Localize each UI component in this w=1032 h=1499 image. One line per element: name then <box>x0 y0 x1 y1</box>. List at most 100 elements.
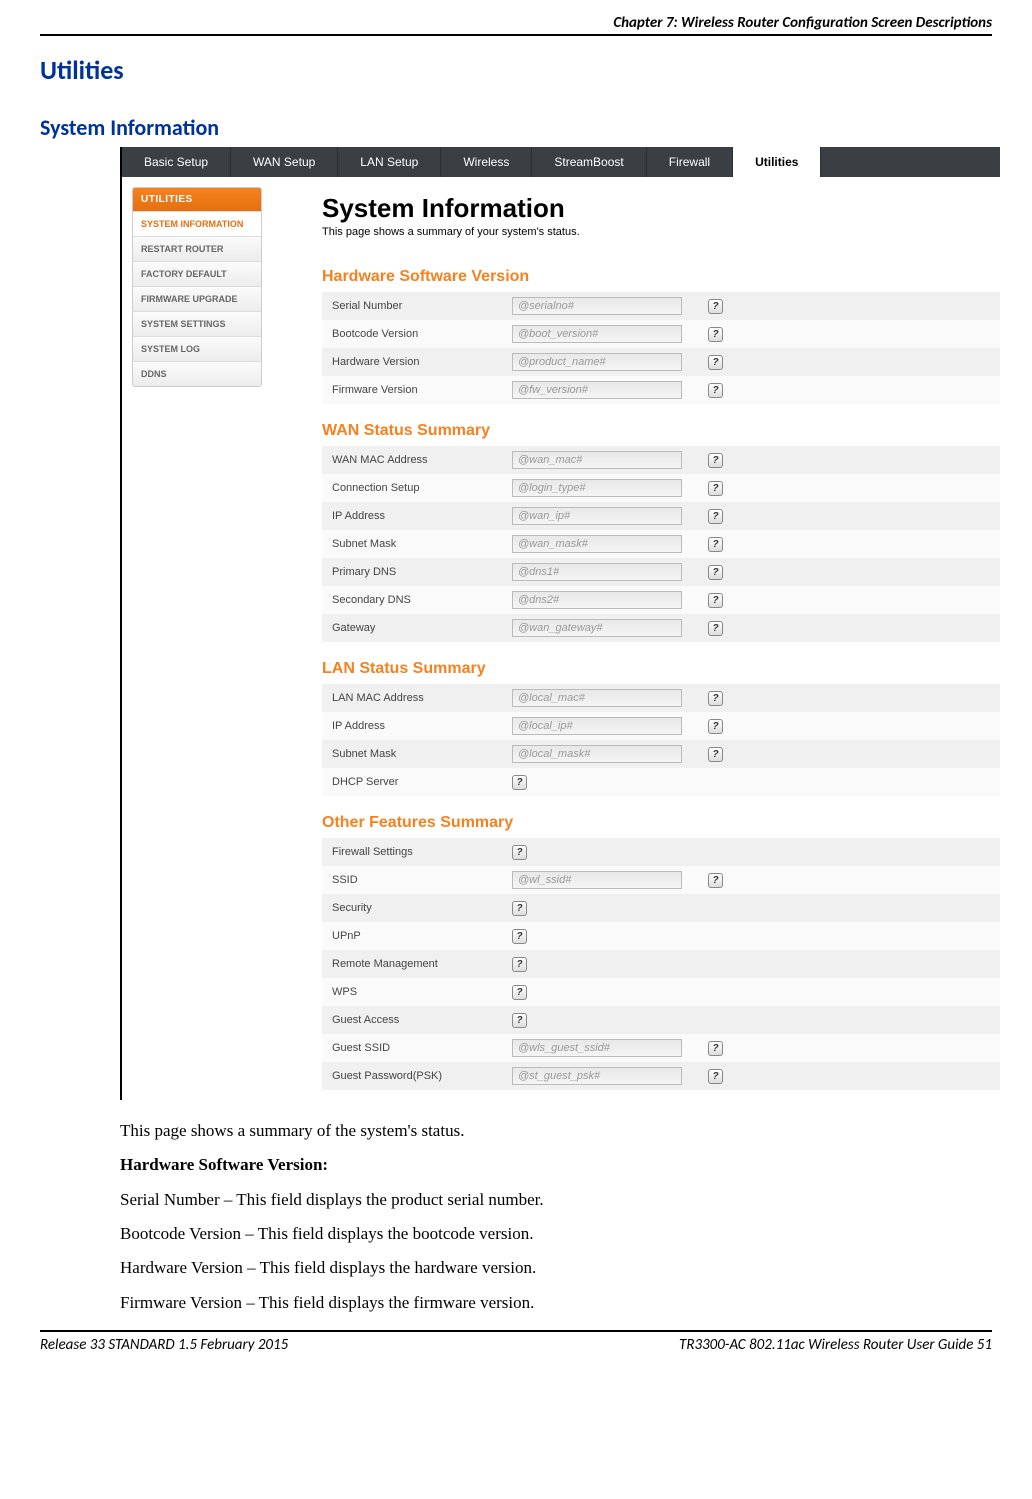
row-value-cell <box>512 689 702 707</box>
row-label: Security <box>322 902 512 914</box>
section-title: WAN Status Summary <box>322 422 1000 440</box>
help-icon[interactable]: ? <box>512 845 527 860</box>
row-label: Connection Setup <box>322 482 512 494</box>
help-icon[interactable]: ? <box>708 383 723 398</box>
value-field[interactable] <box>512 689 682 707</box>
sidebar-header: UTILITIES <box>133 188 261 211</box>
data-row: Gateway? <box>322 614 1000 642</box>
help-icon[interactable]: ? <box>708 537 723 552</box>
section-title: Other Features Summary <box>322 814 1000 832</box>
data-row: Hardware Version? <box>322 348 1000 376</box>
row-value-cell: ? <box>512 929 702 944</box>
data-row: Subnet Mask? <box>322 740 1000 768</box>
row-label: WAN MAC Address <box>322 454 512 466</box>
topnav-tab-utilities[interactable]: Utilities <box>733 147 821 177</box>
row-label: Firmware Version <box>322 384 512 396</box>
sidebar-item-ddns[interactable]: DDNS <box>133 361 261 386</box>
help-icon[interactable]: ? <box>708 299 723 314</box>
value-field[interactable] <box>512 479 682 497</box>
row-value-cell <box>512 563 702 581</box>
row-value-cell <box>512 1039 702 1057</box>
value-field[interactable] <box>512 563 682 581</box>
sidebar-item-factory-default[interactable]: FACTORY DEFAULT <box>133 261 261 286</box>
sidebar-item-firmware-upgrade[interactable]: FIRMWARE UPGRADE <box>133 286 261 311</box>
data-row: Firmware Version? <box>322 376 1000 404</box>
help-cell: ? <box>702 1041 732 1056</box>
body-bootcode-version: Bootcode Version – This field displays t… <box>120 1221 992 1247</box>
topnav-tab-wan-setup[interactable]: WAN Setup <box>231 147 338 177</box>
help-icon[interactable]: ? <box>708 453 723 468</box>
data-row: SSID? <box>322 866 1000 894</box>
topnav-tab-basic-setup[interactable]: Basic Setup <box>122 147 231 177</box>
value-field[interactable] <box>512 1067 682 1085</box>
help-cell: ? <box>702 565 732 580</box>
value-field[interactable] <box>512 591 682 609</box>
value-field[interactable] <box>512 325 682 343</box>
sidebar-item-system-information[interactable]: SYSTEM INFORMATION <box>133 211 261 236</box>
help-icon[interactable]: ? <box>708 1069 723 1084</box>
value-field[interactable] <box>512 745 682 763</box>
row-value-cell <box>512 619 702 637</box>
row-value-cell: ? <box>512 775 702 790</box>
help-icon[interactable]: ? <box>512 929 527 944</box>
topnav-tab-lan-setup[interactable]: LAN Setup <box>338 147 441 177</box>
help-icon[interactable]: ? <box>708 1041 723 1056</box>
content-area: System Information This page shows a sum… <box>262 187 1000 1100</box>
value-field[interactable] <box>512 717 682 735</box>
help-icon[interactable]: ? <box>708 747 723 762</box>
value-field[interactable] <box>512 507 682 525</box>
row-label: Subnet Mask <box>322 538 512 550</box>
row-value-cell <box>512 745 702 763</box>
value-field[interactable] <box>512 1039 682 1057</box>
sidebar-item-restart-router[interactable]: RESTART ROUTER <box>133 236 261 261</box>
data-row: IP Address? <box>322 502 1000 530</box>
row-value-cell <box>512 717 702 735</box>
help-icon[interactable]: ? <box>708 355 723 370</box>
content-title: System Information <box>322 193 1000 224</box>
help-icon[interactable]: ? <box>708 873 723 888</box>
help-icon[interactable]: ? <box>512 1013 527 1028</box>
body-heading-hardware: Hardware Software Version: <box>120 1152 992 1178</box>
help-icon[interactable]: ? <box>512 985 527 1000</box>
data-row: WPS? <box>322 978 1000 1006</box>
help-icon[interactable]: ? <box>708 621 723 636</box>
help-icon[interactable]: ? <box>708 565 723 580</box>
help-icon[interactable]: ? <box>708 481 723 496</box>
value-field[interactable] <box>512 535 682 553</box>
row-value-cell <box>512 1067 702 1085</box>
sidebar-item-system-settings[interactable]: SYSTEM SETTINGS <box>133 311 261 336</box>
data-row: Subnet Mask? <box>322 530 1000 558</box>
topnav-tab-streamboost[interactable]: StreamBoost <box>532 147 646 177</box>
page-title-system-information: System Information <box>40 114 992 141</box>
row-label: SSID <box>322 874 512 886</box>
value-field[interactable] <box>512 451 682 469</box>
help-cell: ? <box>702 593 732 608</box>
row-label: WPS <box>322 986 512 998</box>
help-icon[interactable]: ? <box>708 719 723 734</box>
value-field[interactable] <box>512 619 682 637</box>
sidebar-item-system-log[interactable]: SYSTEM LOG <box>133 336 261 361</box>
help-icon[interactable]: ? <box>708 327 723 342</box>
help-cell: ? <box>702 621 732 636</box>
help-icon[interactable]: ? <box>708 509 723 524</box>
value-field[interactable] <box>512 871 682 889</box>
data-row: IP Address? <box>322 712 1000 740</box>
help-icon[interactable]: ? <box>708 691 723 706</box>
row-label: IP Address <box>322 510 512 522</box>
row-label: Bootcode Version <box>322 328 512 340</box>
row-value-cell: ? <box>512 957 702 972</box>
help-icon[interactable]: ? <box>512 775 527 790</box>
row-label: Hardware Version <box>322 356 512 368</box>
topnav-tab-wireless[interactable]: Wireless <box>441 147 532 177</box>
help-icon[interactable]: ? <box>512 901 527 916</box>
value-field[interactable] <box>512 353 682 371</box>
row-label: Secondary DNS <box>322 594 512 606</box>
value-field[interactable] <box>512 381 682 399</box>
help-icon[interactable]: ? <box>708 593 723 608</box>
row-label: Guest Password(PSK) <box>322 1070 512 1082</box>
help-cell: ? <box>702 481 732 496</box>
value-field[interactable] <box>512 297 682 315</box>
data-row: Connection Setup? <box>322 474 1000 502</box>
help-icon[interactable]: ? <box>512 957 527 972</box>
topnav-tab-firewall[interactable]: Firewall <box>647 147 733 177</box>
